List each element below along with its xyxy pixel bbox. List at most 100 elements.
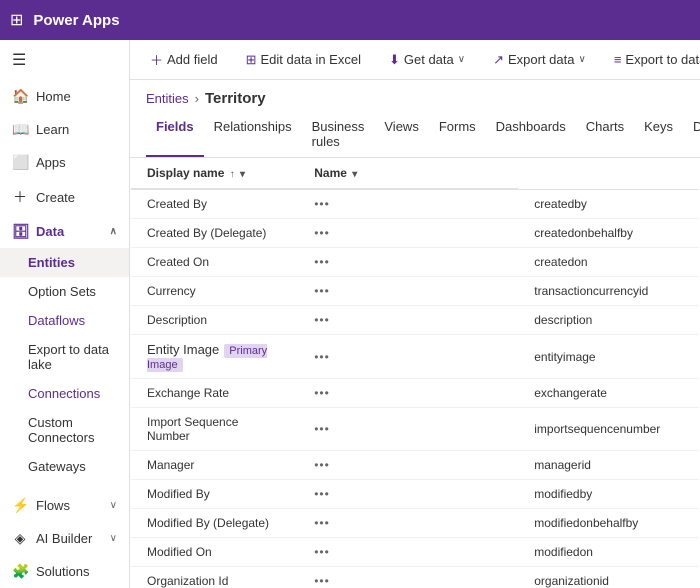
grid-icon: ⊞ — [10, 10, 23, 30]
table-row: Created On•••createdon — [131, 248, 699, 277]
col-name[interactable]: Name ▾ — [298, 158, 518, 189]
dots-menu[interactable]: ••• — [298, 248, 518, 277]
sidebar-item-solutions[interactable]: 🧩 Solutions — [0, 555, 129, 588]
dots-menu[interactable]: ••• — [298, 306, 518, 335]
sidebar-sub-label: Gateways — [28, 459, 86, 474]
name-cell: createdon — [518, 248, 699, 277]
sidebar-item-label: Data — [36, 224, 64, 239]
dots-menu[interactable]: ••• — [298, 335, 518, 379]
display-name-cell: Currency — [131, 277, 298, 306]
tab-forms[interactable]: Forms — [429, 113, 486, 157]
sidebar-sub-item-export-lake[interactable]: Export to data lake — [0, 335, 129, 379]
table-row: Manager•••managerid — [131, 451, 699, 480]
tab-data[interactable]: Data — [683, 113, 700, 157]
breadcrumb: Entities › Territory — [130, 80, 700, 107]
sidebar-item-apps[interactable]: ⬜ Apps — [0, 146, 129, 179]
hamburger-button[interactable]: ☰ — [0, 40, 129, 80]
sidebar-sub-item-entities[interactable]: Entities — [0, 248, 129, 277]
excel-icon: ⊞ — [246, 52, 257, 68]
filter-icon[interactable]: ▾ — [240, 169, 245, 180]
name-cell: importsequencenumber — [518, 408, 699, 451]
tab-dashboards[interactable]: Dashboards — [486, 113, 576, 157]
name-cell: modifiedby — [518, 480, 699, 509]
dots-menu[interactable]: ••• — [298, 277, 518, 306]
breadcrumb-separator: › — [195, 91, 199, 106]
display-name-cell: Import Sequence Number — [131, 408, 298, 451]
tab-charts[interactable]: Charts — [576, 113, 634, 157]
table-row: Currency•••transactioncurrencyid — [131, 277, 699, 306]
lake-icon: ≡ — [614, 52, 622, 67]
ai-chevron-icon: ∨ — [110, 533, 117, 544]
tab-business-rules[interactable]: Business rules — [302, 113, 375, 157]
table-area: Display name ↑ ▾ Name ▾ Created By•••cre… — [130, 158, 700, 588]
display-name-cell: Created On — [131, 248, 298, 277]
display-name-cell: Entity ImagePrimary Image — [131, 335, 298, 379]
add-field-button[interactable]: ＋ Add field — [142, 46, 226, 73]
display-name-cell: Created By — [131, 189, 298, 219]
sidebar-item-label: Solutions — [36, 564, 89, 579]
name-cell: organizationid — [518, 567, 699, 588]
sidebar-sub-label: Export to data lake — [28, 342, 117, 372]
sidebar-sub-item-custom-connectors[interactable]: Custom Connectors — [0, 408, 129, 452]
dots-menu[interactable]: ••• — [298, 451, 518, 480]
tab-fields[interactable]: Fields — [146, 113, 204, 157]
dots-menu[interactable]: ••• — [298, 219, 518, 248]
dots-menu[interactable]: ••• — [298, 408, 518, 451]
sidebar-sub-label: Custom Connectors — [28, 415, 117, 445]
dots-menu[interactable]: ••• — [298, 538, 518, 567]
app-title: Power Apps — [33, 12, 119, 29]
content-area: ＋ Add field ⊞ Edit data in Excel ⬇ Get d… — [130, 40, 700, 588]
sidebar-sub-item-dataflows[interactable]: Dataflows — [0, 306, 129, 335]
tab-relationships[interactable]: Relationships — [204, 113, 302, 157]
display-name-cell: Description — [131, 306, 298, 335]
display-name-cell: Organization Id — [131, 567, 298, 588]
data-chevron-icon: ∧ — [110, 226, 117, 237]
edit-excel-button[interactable]: ⊞ Edit data in Excel — [238, 48, 369, 72]
get-data-chevron-icon[interactable]: ∨ — [458, 54, 465, 65]
name-cell: createdonbehalfby — [518, 219, 699, 248]
name-sort-icon[interactable]: ▾ — [352, 169, 357, 180]
sidebar-item-create[interactable]: ＋ Create — [0, 179, 129, 215]
create-icon: ＋ — [12, 187, 28, 207]
sidebar-sub-item-option-sets[interactable]: Option Sets — [0, 277, 129, 306]
table-row: Modified By•••modifiedby — [131, 480, 699, 509]
get-data-icon: ⬇ — [389, 52, 400, 68]
sidebar-item-flows[interactable]: ⚡ Flows ∨ — [0, 489, 129, 522]
sidebar: ☰ 🏠 Home 📖 Learn ⬜ Apps ＋ Create 🗄 Data … — [0, 40, 130, 588]
breadcrumb-parent[interactable]: Entities — [146, 91, 189, 106]
get-data-button[interactable]: ⬇ Get data ∨ — [381, 48, 473, 72]
tab-views[interactable]: Views — [374, 113, 428, 157]
export-chevron-icon[interactable]: ∨ — [578, 54, 585, 65]
display-name-cell: Modified On — [131, 538, 298, 567]
sidebar-item-learn[interactable]: 📖 Learn — [0, 113, 129, 146]
table-row: Exchange Rate•••exchangerate — [131, 379, 699, 408]
dots-menu[interactable]: ••• — [298, 480, 518, 509]
sidebar-item-label: Flows — [36, 498, 70, 513]
table-row: Entity ImagePrimary Image•••entityimage — [131, 335, 699, 379]
export-data-button[interactable]: ↗ Export data ∨ — [485, 48, 594, 72]
dots-menu[interactable]: ••• — [298, 379, 518, 408]
sidebar-item-home[interactable]: 🏠 Home — [0, 80, 129, 113]
sort-asc-icon: ↑ — [230, 169, 235, 180]
tab-keys[interactable]: Keys — [634, 113, 683, 157]
dots-menu[interactable]: ••• — [298, 189, 518, 219]
col-display-name[interactable]: Display name ↑ ▾ — [131, 158, 298, 189]
dots-menu[interactable]: ••• — [298, 509, 518, 538]
display-name-cell: Modified By (Delegate) — [131, 509, 298, 538]
name-cell: modifiedon — [518, 538, 699, 567]
name-cell: description — [518, 306, 699, 335]
sidebar-item-ai-builder[interactable]: ◈ AI Builder ∨ — [0, 522, 129, 555]
sidebar-sub-item-gateways[interactable]: Gateways — [0, 452, 129, 481]
display-name-cell: Created By (Delegate) — [131, 219, 298, 248]
sidebar-sub-label: Entities — [28, 255, 75, 270]
dots-menu[interactable]: ••• — [298, 567, 518, 588]
apps-icon: ⬜ — [12, 154, 28, 171]
table-row: Organization Id•••organizationid — [131, 567, 699, 588]
tabs: Fields Relationships Business rules View… — [130, 107, 700, 158]
sidebar-sub-label: Option Sets — [28, 284, 96, 299]
sidebar-item-data[interactable]: 🗄 Data ∧ — [0, 215, 129, 248]
sidebar-item-label: Home — [36, 89, 71, 104]
sidebar-sub-item-connections[interactable]: Connections — [0, 379, 129, 408]
main-layout: ☰ 🏠 Home 📖 Learn ⬜ Apps ＋ Create 🗄 Data … — [0, 40, 700, 588]
export-lake-button[interactable]: ≡ Export to data lake ∨ — [606, 48, 700, 71]
